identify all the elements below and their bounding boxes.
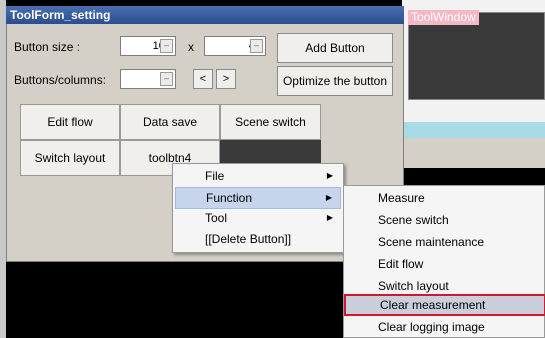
menu-item-label: Function [206, 191, 253, 205]
data-save-button[interactable]: Data save [120, 104, 220, 140]
button-size-label: Button size : [14, 40, 81, 54]
submenu-item-scene-switch[interactable]: Scene switch [344, 210, 545, 230]
menu-item-tool[interactable]: Tool ▶ [175, 208, 341, 228]
menu-item-label: [[Delete Button]] [205, 232, 292, 246]
submenu-arrow-icon: ▶ [325, 193, 332, 202]
tool-window [408, 12, 545, 100]
next-button[interactable]: > [216, 69, 236, 89]
window-title: ToolForm_setting [6, 6, 404, 24]
switch-layout-button[interactable]: Switch layout [20, 140, 120, 176]
submenu-arrow-icon: ▶ [326, 213, 333, 222]
times-label: x [188, 40, 194, 54]
width-decrement-button[interactable]: – [160, 39, 173, 53]
prev-button[interactable]: < [193, 69, 213, 89]
background-bar [402, 138, 545, 168]
submenu-item-clear-measurement[interactable]: Clear measurement [344, 294, 545, 316]
submenu-item-scene-maintenance[interactable]: Scene maintenance [344, 232, 545, 252]
scene-switch-button[interactable]: Scene switch [220, 104, 321, 140]
menu-item-file[interactable]: File ▶ [175, 166, 341, 186]
menu-item-label: File [205, 169, 225, 183]
menu-item-delete-button[interactable]: [[Delete Button]] [175, 229, 341, 249]
submenu-arrow-icon: ▶ [326, 171, 333, 180]
background-strip [402, 122, 545, 138]
submenu-item-switch-layout[interactable]: Switch layout [344, 276, 545, 296]
tool-window-title: ToolWindow [408, 10, 479, 25]
submenu-item-measure[interactable]: Measure [344, 188, 545, 208]
menu-item-function[interactable]: Function ▶ [175, 187, 341, 209]
menu-item-label: Tool [205, 211, 228, 225]
columns-decrement-button[interactable]: – [160, 72, 173, 86]
height-decrement-button[interactable]: – [250, 39, 263, 53]
optimize-button[interactable]: Optimize the button [277, 66, 393, 96]
columns-label: Buttons/columns: [14, 73, 107, 87]
edit-flow-button[interactable]: Edit flow [20, 104, 120, 140]
submenu-item-clear-logging-image[interactable]: Clear logging image [344, 317, 545, 337]
submenu-item-edit-flow[interactable]: Edit flow [344, 254, 545, 274]
add-button[interactable]: Add Button [277, 33, 393, 63]
context-menu: File ▶ Function ▶ Tool ▶ [[Delete Button… [172, 163, 344, 253]
function-submenu: Measure Scene switch Scene maintenance E… [343, 185, 545, 338]
